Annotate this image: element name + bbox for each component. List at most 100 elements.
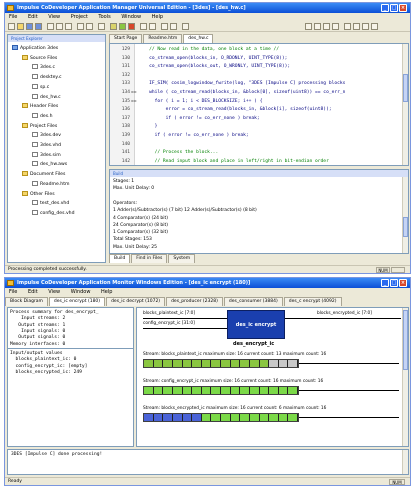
title-bar[interactable]: Impulse CoDeveloper Application Manager …: [5, 3, 410, 13]
stream-slot: [192, 360, 202, 367]
status-text: Processing completed successfully.: [8, 267, 87, 272]
monitor-menu-view[interactable]: View: [48, 289, 60, 295]
tab-find-in-files[interactable]: Find in Files: [131, 254, 168, 263]
tree-item[interactable]: test_des.vhd: [32, 200, 69, 208]
close-button[interactable]: ×: [399, 4, 407, 12]
tree-item[interactable]: sp.c: [32, 83, 49, 92]
menu-window[interactable]: Window: [121, 14, 141, 20]
tree-item[interactable]: 3des.sim: [32, 151, 61, 160]
stream-fifo-meter[interactable]: [143, 359, 299, 368]
generate-hdl-icon[interactable]: [140, 23, 147, 30]
tree-item[interactable]: des_hw.aws: [32, 161, 67, 169]
tree-item[interactable]: Header Files: [22, 103, 58, 111]
bookmark-icon[interactable]: [305, 23, 312, 30]
menu-edit[interactable]: Edit: [28, 14, 38, 20]
copy-icon[interactable]: [56, 23, 63, 30]
input-port-blocks-plaintext[interactable]: blocks_plaintext_ic [7:0]: [143, 311, 195, 317]
monitor-menu-edit[interactable]: Edit: [28, 289, 38, 295]
stage-master-icon[interactable]: [170, 23, 177, 30]
line-marker: ==: [131, 90, 137, 95]
monitor-close-button[interactable]: ×: [399, 279, 407, 287]
monitor-icon[interactable]: [161, 23, 168, 30]
outdent-icon[interactable]: [353, 23, 360, 30]
maximize-button[interactable]: □: [390, 4, 398, 12]
menu-help[interactable]: Help: [152, 14, 163, 20]
tree-item-label: Document Files: [30, 172, 66, 178]
editor-scroll-thumb[interactable]: [403, 74, 408, 102]
tree-item[interactable]: 3des.vhd: [32, 142, 61, 150]
tree-item[interactable]: config_des.vhd: [32, 209, 75, 218]
run-icon[interactable]: [119, 23, 126, 30]
redo-icon[interactable]: [86, 23, 93, 30]
export-icon[interactable]: [149, 23, 156, 30]
next-bookmark-icon[interactable]: [314, 23, 321, 30]
tab-des-hw[interactable]: des_hw.c: [183, 34, 214, 43]
prev-bookmark-icon[interactable]: [323, 23, 330, 30]
menu-project[interactable]: Project: [71, 14, 88, 20]
stream-fifo-meter[interactable]: [143, 413, 299, 422]
clear-bookmarks-icon[interactable]: [332, 23, 339, 30]
tree-item[interactable]: des_hw.c: [32, 93, 61, 102]
save-icon[interactable]: [26, 23, 33, 30]
process-block[interactable]: des_ic encrypt: [227, 310, 285, 339]
comment-icon[interactable]: [362, 23, 369, 30]
tab-des-ic-decrypt[interactable]: des_ic decrypt (1072): [106, 297, 166, 306]
diagram-scroll-thumb[interactable]: [403, 310, 408, 370]
tree-item[interactable]: Document Files: [22, 171, 65, 179]
tab-des-consumer[interactable]: des_consumer (3884): [223, 297, 283, 306]
help-icon[interactable]: [182, 23, 189, 30]
tab-build[interactable]: Build: [109, 254, 131, 263]
minimize-button[interactable]: _: [381, 4, 389, 12]
save-all-icon[interactable]: [35, 23, 42, 30]
tree-item[interactable]: des.h: [32, 112, 53, 121]
tab-readme[interactable]: Readme.htm: [143, 34, 183, 43]
stop-icon[interactable]: [128, 23, 135, 30]
tree-item[interactable]: Other Files: [22, 190, 55, 199]
monitor-title-bar[interactable]: Impulse CoDeveloper Application Monitor …: [5, 278, 410, 288]
new-file-icon[interactable]: [8, 23, 15, 30]
paste-icon[interactable]: [65, 23, 72, 30]
input-port-config-encrypt[interactable]: config_encrypt_ic [31:0]: [143, 321, 195, 327]
tab-system[interactable]: System: [168, 254, 196, 263]
tree-item[interactable]: Application 3des: [12, 45, 58, 53]
tree-item[interactable]: 3des.dev: [32, 132, 61, 140]
log-scrollbar[interactable]: [402, 450, 408, 474]
file-icon: [32, 209, 38, 215]
monitor-menu-help[interactable]: Help: [101, 289, 112, 295]
code-editor[interactable]: 129 // Now read in the data, one block a…: [109, 43, 409, 166]
tree-item[interactable]: desktey.c: [32, 74, 61, 82]
monitor-maximize-button[interactable]: □: [390, 279, 398, 287]
undo-icon[interactable]: [77, 23, 84, 30]
tab-start-page[interactable]: Start Page: [109, 34, 143, 43]
tab-des-producer[interactable]: des_producer (2328): [166, 297, 223, 306]
diagram-scrollbar[interactable]: [402, 308, 408, 446]
indent-icon[interactable]: [344, 23, 351, 30]
monitor-menu-file[interactable]: File: [9, 289, 17, 295]
monitor-minimize-button[interactable]: _: [381, 279, 389, 287]
output-scrollbar[interactable]: [402, 177, 408, 253]
uncomment-icon[interactable]: [371, 23, 378, 30]
menu-file[interactable]: File: [9, 14, 17, 20]
tab-block-diagram[interactable]: Block Diagram: [5, 297, 48, 306]
tree-item[interactable]: Readme.htm: [32, 180, 70, 189]
menu-tools[interactable]: Tools: [98, 14, 110, 20]
open-folder-icon[interactable]: [17, 23, 24, 30]
tab-des-c-encrypt[interactable]: des_c encrypt (4092): [283, 297, 342, 306]
stream-fifo-meter[interactable]: [143, 386, 299, 395]
tab-des-ic-encrypt[interactable]: des_ic encrypt (180): [48, 297, 106, 306]
find-icon[interactable]: [98, 23, 105, 30]
tree-item-label: Project Files: [30, 123, 58, 129]
tree-item[interactable]: Project Files: [22, 122, 58, 131]
stream-slot: [182, 387, 193, 394]
output-port-blocks-encrypted[interactable]: blocks_encrypted_ic [7:0]: [317, 311, 372, 317]
tree-item[interactable]: 3des.c: [32, 64, 55, 72]
monitor-menu-window[interactable]: Window: [71, 289, 91, 295]
tree-item[interactable]: Source Files: [22, 54, 57, 63]
editor-scrollbar[interactable]: [402, 44, 408, 165]
menu-view[interactable]: View: [48, 14, 60, 20]
output-line: Stages: 1: [113, 179, 135, 184]
cut-icon[interactable]: [47, 23, 54, 30]
code-line: 132: [110, 72, 408, 80]
output-scroll-thumb[interactable]: [403, 217, 408, 237]
build-icon[interactable]: [110, 23, 117, 30]
